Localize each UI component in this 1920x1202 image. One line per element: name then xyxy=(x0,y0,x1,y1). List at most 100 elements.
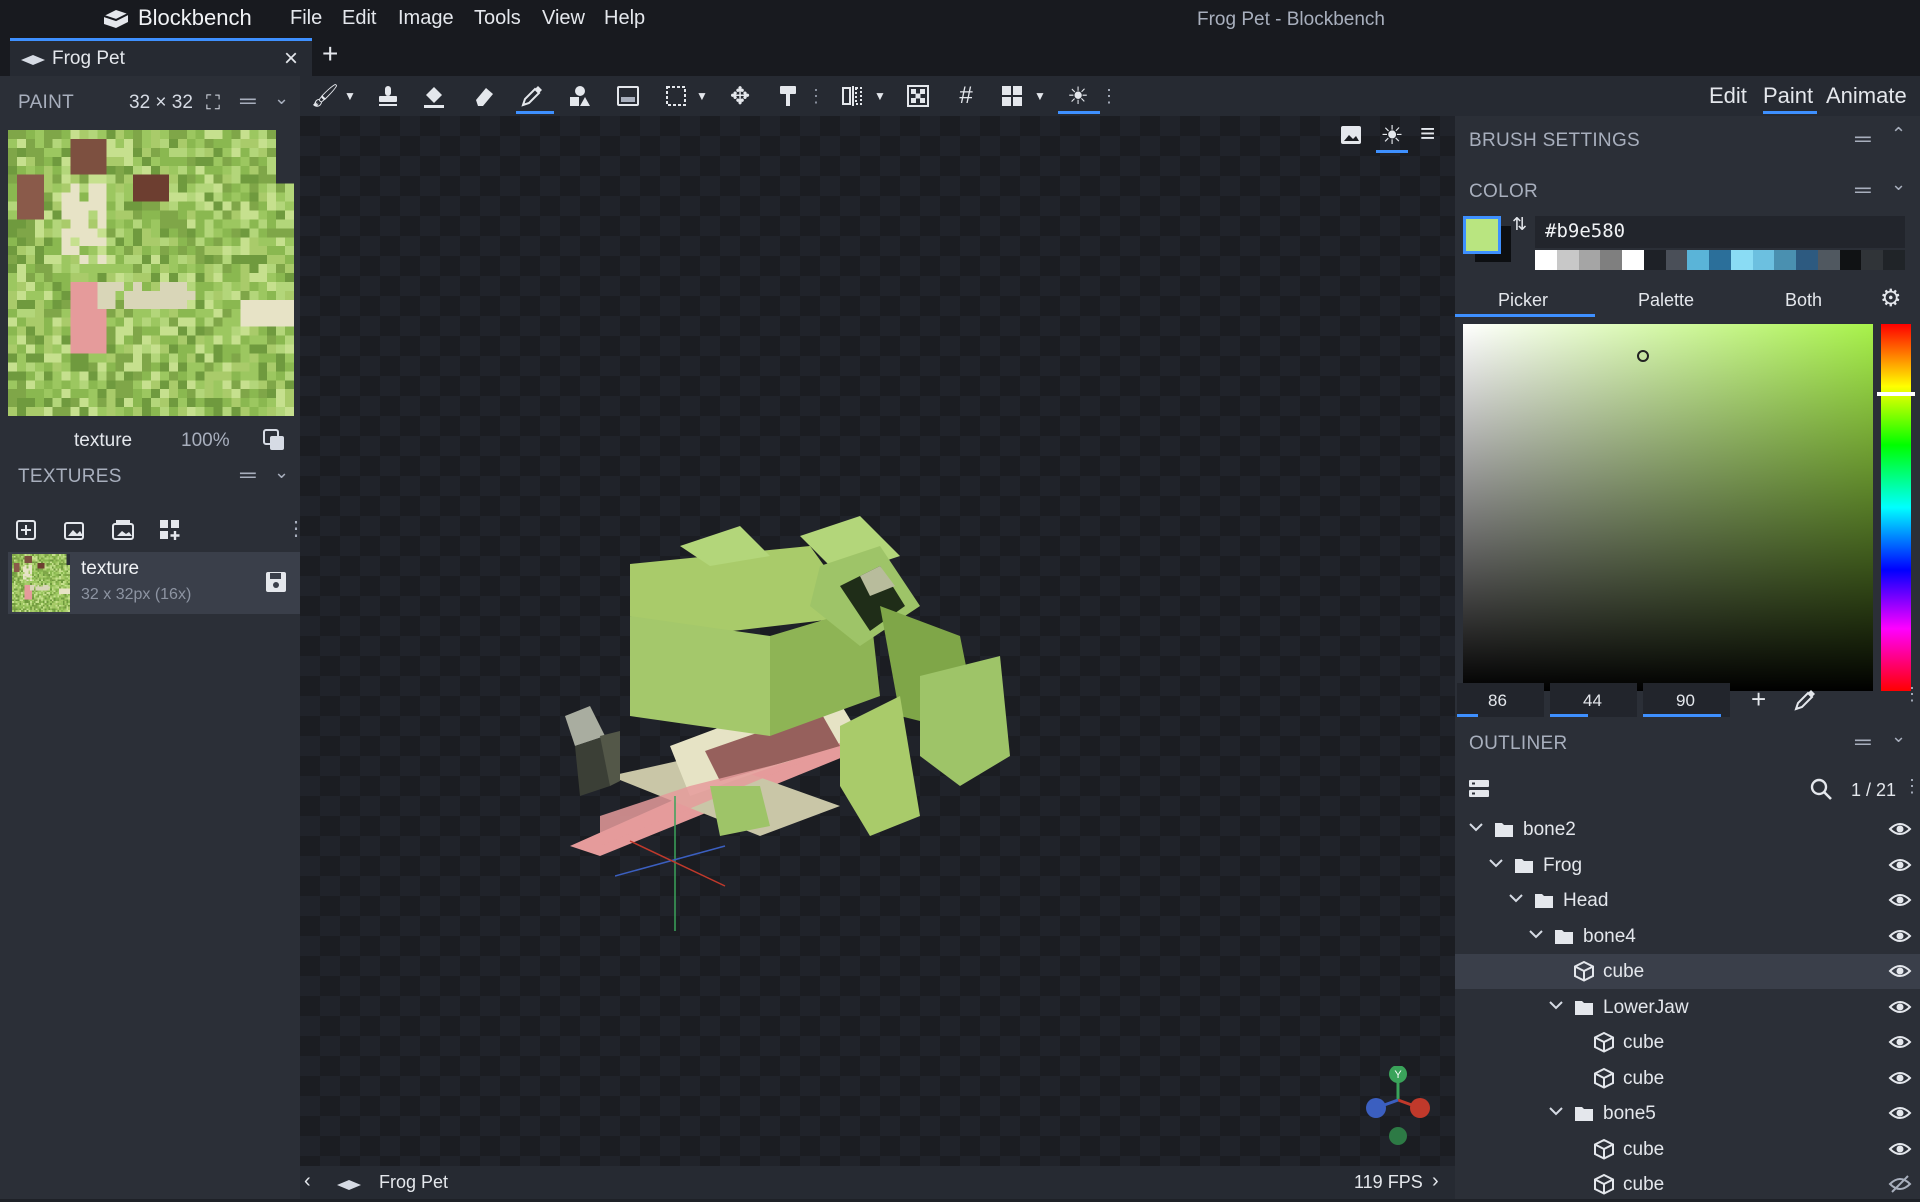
add-texture-icon[interactable] xyxy=(14,518,38,542)
swap-colors-icon[interactable]: ⇅ xyxy=(1512,214,1527,235)
hsv-h-input[interactable]: 86 xyxy=(1457,683,1544,717)
palette-swatch[interactable] xyxy=(1883,250,1906,270)
move-icon[interactable]: ✥ xyxy=(724,80,756,112)
outliner-cube[interactable]: cube xyxy=(1455,1025,1920,1060)
outliner-cube[interactable]: cube xyxy=(1455,954,1920,989)
hsv-v-input[interactable]: 90 xyxy=(1643,683,1730,717)
palette-swatch[interactable] xyxy=(1774,250,1797,270)
chevron-down-icon[interactable] xyxy=(1527,923,1549,945)
hue-slider[interactable] xyxy=(1877,324,1915,691)
palette-swatch[interactable] xyxy=(1600,250,1623,270)
eye-icon[interactable] xyxy=(1888,1068,1912,1088)
dropdown-caret-icon[interactable]: ▼ xyxy=(342,84,358,108)
palette-swatch[interactable] xyxy=(1709,250,1732,270)
mirror-painting-icon[interactable] xyxy=(836,80,868,112)
palette-swatch[interactable] xyxy=(1796,250,1819,270)
eye-icon[interactable] xyxy=(1888,890,1912,910)
eye-off-icon[interactable] xyxy=(1888,1174,1912,1194)
palette-swatch[interactable] xyxy=(1730,250,1754,270)
eye-icon[interactable] xyxy=(1888,997,1912,1017)
eye-icon[interactable] xyxy=(1888,819,1912,839)
lighting-sun-icon[interactable]: ☀ xyxy=(1378,120,1406,150)
gear-icon[interactable]: ⚙ xyxy=(1880,284,1902,313)
chevron-down-icon[interactable] xyxy=(1547,1100,1569,1122)
search-icon[interactable] xyxy=(1809,777,1833,801)
chevron-left-icon[interactable]: ‹ xyxy=(304,1170,311,1193)
selection-tool-icon[interactable] xyxy=(660,80,692,112)
palette-swatch[interactable] xyxy=(1861,250,1884,270)
chevron-down-icon[interactable]: ⌄ xyxy=(1891,726,1906,747)
brush-icon[interactable]: 🖌 xyxy=(308,80,342,112)
menu-image[interactable]: Image xyxy=(398,7,454,30)
mode-animate[interactable]: Animate xyxy=(1826,83,1907,109)
outliner-toolbar-icon[interactable] xyxy=(1467,777,1491,801)
eyedropper-icon[interactable] xyxy=(1793,688,1817,712)
chevron-right-icon[interactable]: › xyxy=(1432,1170,1439,1193)
add-color-plus-icon[interactable]: + xyxy=(1751,684,1766,715)
import-texture-icon[interactable] xyxy=(110,518,136,542)
texture-preview[interactable] xyxy=(8,130,294,416)
create-texture-icon[interactable] xyxy=(62,518,86,542)
orientation-gizmo[interactable]: Y xyxy=(1358,1066,1438,1146)
eye-icon[interactable] xyxy=(1888,1139,1912,1159)
chevron-down-icon[interactable] xyxy=(1467,816,1489,838)
chevron-down-icon[interactable] xyxy=(1507,887,1529,909)
palette-swatch[interactable] xyxy=(1556,250,1579,270)
eye-icon[interactable] xyxy=(1888,855,1912,875)
menu-view[interactable]: View xyxy=(542,7,585,30)
palette-swatch[interactable] xyxy=(1643,250,1667,270)
chevron-down-icon[interactable]: ⌄ xyxy=(1891,174,1906,195)
background-image-icon[interactable] xyxy=(1338,122,1364,148)
chevron-down-icon[interactable] xyxy=(1487,852,1509,874)
menu-file[interactable]: File xyxy=(290,7,322,30)
tab-picker[interactable]: Picker xyxy=(1498,290,1548,311)
outliner-group[interactable]: bone2 xyxy=(1455,812,1920,847)
texture-list-item[interactable]: texture 32 x 32px (16x) xyxy=(8,552,300,614)
gradient-icon[interactable] xyxy=(612,80,644,112)
eraser-icon[interactable] xyxy=(468,80,500,112)
menu-help[interactable]: Help xyxy=(604,7,645,30)
outliner-cube[interactable]: cube xyxy=(1455,1167,1920,1202)
menu-tools[interactable]: Tools xyxy=(474,7,521,30)
chevron-up-icon[interactable]: ⌃ xyxy=(1891,124,1906,145)
hsv-s-input[interactable]: 44 xyxy=(1550,683,1637,717)
palette-swatch[interactable] xyxy=(1665,250,1688,270)
panel-menu-icon[interactable]: ═ xyxy=(1855,126,1871,152)
panel-menu-icon[interactable]: ═ xyxy=(240,462,256,488)
palette-swatch[interactable] xyxy=(1817,250,1841,270)
outliner-group[interactable]: LowerJaw xyxy=(1455,990,1920,1025)
outliner-group[interactable]: Frog xyxy=(1455,848,1920,883)
panel-menu-icon[interactable]: ═ xyxy=(240,88,256,114)
fill-bucket-icon[interactable] xyxy=(418,80,450,112)
palette-swatch[interactable] xyxy=(1578,250,1601,270)
hue-handle[interactable] xyxy=(1877,392,1915,396)
chevron-down-icon[interactable] xyxy=(1547,994,1569,1016)
eye-icon[interactable] xyxy=(1888,1103,1912,1123)
palette-swatch[interactable] xyxy=(1622,250,1645,270)
outliner-group[interactable]: bone5 xyxy=(1455,1096,1920,1131)
more-options-icon[interactable]: ⋮ xyxy=(1903,776,1920,797)
3d-viewport[interactable]: ☀ ≡ Y xyxy=(300,116,1455,1166)
more-options-icon[interactable]: ⋮ xyxy=(1903,684,1920,705)
eye-icon[interactable] xyxy=(1888,1032,1912,1052)
layout-grid-icon[interactable] xyxy=(996,80,1028,112)
copy-icon[interactable] xyxy=(262,428,286,452)
palette-swatch[interactable] xyxy=(1752,250,1775,270)
clone-stamp-icon[interactable] xyxy=(372,80,404,112)
save-icon[interactable] xyxy=(264,570,288,594)
outliner-group[interactable]: Head xyxy=(1455,883,1920,918)
dropdown-caret-icon[interactable]: ▼ xyxy=(694,84,710,108)
dropdown-caret-icon[interactable]: ▼ xyxy=(872,84,888,108)
chevron-down-icon[interactable]: ⌄ xyxy=(274,462,289,483)
texture-grid-add-icon[interactable] xyxy=(158,518,182,542)
texture-canvas[interactable] xyxy=(8,130,294,416)
mode-paint[interactable]: Paint xyxy=(1763,83,1813,109)
color-picker-icon[interactable] xyxy=(516,80,548,112)
pixel-grid-icon[interactable]: # xyxy=(950,80,982,112)
tab-palette[interactable]: Palette xyxy=(1638,290,1694,311)
eye-icon[interactable] xyxy=(1888,961,1912,981)
tab-both[interactable]: Both xyxy=(1785,290,1822,311)
brightness-sun-icon[interactable]: ☀ xyxy=(1062,80,1094,112)
palette-swatch[interactable] xyxy=(1687,250,1710,270)
palette-swatch[interactable] xyxy=(1535,250,1558,270)
